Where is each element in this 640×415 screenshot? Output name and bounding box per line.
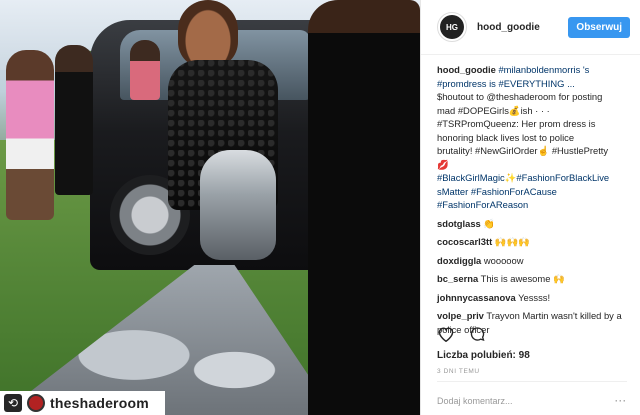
comment-text: Yessss! (518, 291, 551, 303)
comment-text: This is awesome 🙌 (480, 273, 565, 284)
follow-button[interactable]: Obserwuj (568, 16, 630, 38)
comment-author[interactable]: doxdiggla (437, 255, 481, 266)
caption-line: #TSRPromQueenz: Her prom dress is (437, 118, 596, 129)
avatar[interactable]: HG (437, 12, 467, 42)
header-username[interactable]: hood_goodie (477, 22, 568, 33)
photo-dress-print (200, 150, 276, 260)
comment-text: 👏 (483, 217, 496, 229)
caption-line: 💋 (437, 158, 449, 170)
comments-list: hood_goodie #milanboldenmorris 's #promd… (421, 55, 640, 336)
post-header: HG hood_goodie Obserwuj (421, 0, 640, 55)
caption-line[interactable]: #FashionForAReason (437, 199, 528, 210)
photo-bystander (55, 45, 93, 195)
photo-girl-head (178, 0, 238, 68)
caption-line[interactable]: sMatter #FashionForACause (437, 186, 557, 197)
caption-line[interactable]: #milanboldenmorris 's (498, 64, 589, 75)
caption-author[interactable]: hood_goodie (437, 64, 496, 75)
repost-bar: ⟲ theshaderoom (0, 391, 165, 415)
comment-item: bc_serna This is awesome 🙌 (437, 272, 628, 286)
photo-escort (308, 0, 420, 415)
comment-icon[interactable] (469, 326, 486, 347)
comment-text: 🙌🙌🙌 (494, 236, 530, 247)
post-actions (437, 326, 486, 347)
repost-avatar (27, 394, 45, 412)
comment-author[interactable]: cocoscarl3tt (437, 236, 492, 247)
comment-author[interactable]: bc_serna (437, 273, 478, 284)
comment-author[interactable]: johnnycassanova (437, 292, 516, 303)
avatar-logo: HG (440, 15, 464, 39)
comment-text: wooooow (483, 254, 524, 266)
comment-item: cocoscarl3tt 🙌🙌🙌 (437, 235, 628, 249)
comment-item: sdotglass 👏 (437, 217, 628, 231)
caption: hood_goodie #milanboldenmorris 's #promd… (437, 63, 628, 212)
comment-author[interactable]: volpe_priv (437, 310, 484, 321)
photo-bystander (130, 40, 160, 100)
post-photo[interactable]: ⟲ theshaderoom (0, 0, 420, 415)
comment-item: doxdiggla wooooow (437, 254, 628, 268)
comment-author[interactable]: sdotglass (437, 218, 481, 229)
more-options-icon[interactable]: ··· (615, 396, 627, 406)
repost-icon: ⟲ (4, 394, 22, 412)
caption-line[interactable]: #promdress is #EVERYTHING ... (437, 78, 575, 89)
post-timestamp: 3 DNI TEMU (437, 368, 480, 375)
comment-input[interactable]: Dodaj komentarz... (437, 396, 513, 406)
caption-line: brutality! #NewGirlOrder☝ #HustlePretty (437, 145, 609, 156)
caption-line[interactable]: #BlackGirlMagic✨#FashionForBlackLive (437, 172, 609, 183)
caption-line: $houtout to @theshaderoom for posting (437, 91, 603, 102)
post-side-panel: HG hood_goodie Obserwuj hood_goodie #mil… (420, 0, 640, 415)
photo-bystander (6, 50, 54, 220)
comment-item: johnnycassanova Yessss! (437, 291, 628, 305)
caption-line: honoring black lives lost to police (437, 131, 575, 143)
repost-username: theshaderoom (50, 395, 149, 411)
like-count[interactable]: Liczba polubień: 98 (437, 350, 530, 361)
add-comment-bar: Dodaj komentarz... ··· (437, 381, 627, 406)
heart-icon[interactable] (437, 326, 455, 347)
caption-line: mad #DOPEGirls💰ish · · · (437, 104, 550, 116)
